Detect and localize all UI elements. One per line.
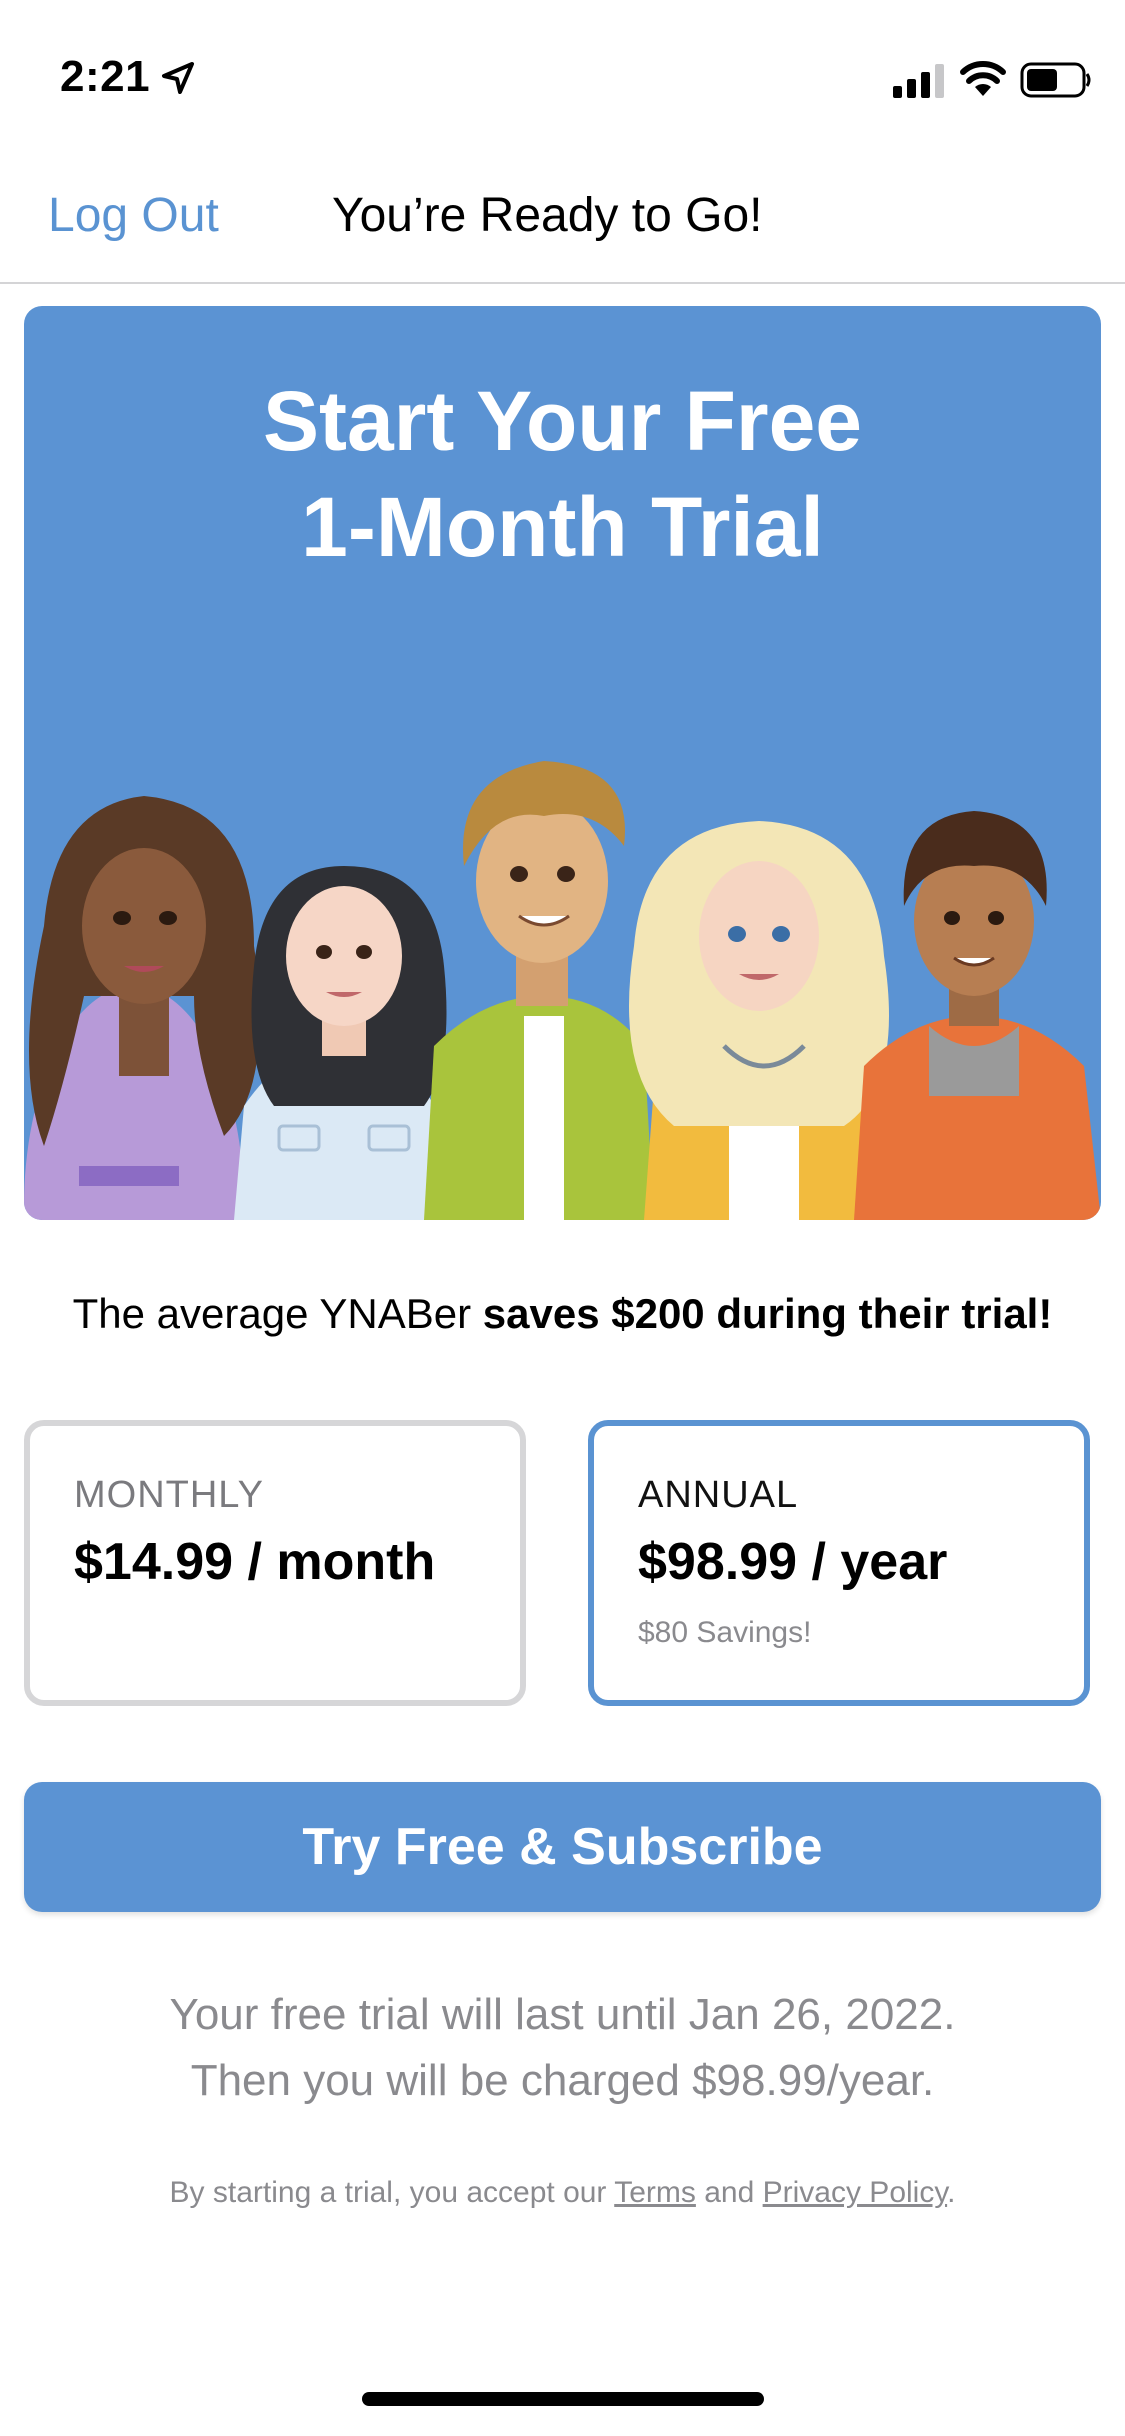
wifi-icon [960, 61, 1006, 96]
hero-title-line-1: Start Your Free [262, 374, 863, 468]
legal-prefix: By starting a trial, you accept our [169, 2176, 615, 2209]
legal-text: By starting a trial, you accept our Term… [0, 2176, 1125, 2210]
hero-title-line-2: 1-Month Trial [301, 480, 824, 574]
plan-label: MONTHLY [74, 1474, 264, 1516]
hero-title: Start Your Free 1-Month Trial [24, 368, 1101, 580]
home-indicator[interactable] [362, 2392, 764, 2406]
page-title: You’re Ready to Go! [332, 189, 763, 242]
try-free-subscribe-button[interactable]: Try Free & Subscribe [24, 1782, 1101, 1912]
legal-suffix: . [947, 2176, 956, 2209]
plan-option-monthly[interactable]: MONTHLY $14.99 / month [24, 1420, 526, 1706]
location-arrow-icon [162, 62, 194, 94]
plan-option-annual[interactable]: ANNUAL $98.99 / year $80 Savings! [588, 1420, 1090, 1706]
signal-icon [893, 64, 944, 98]
person-1 [24, 796, 260, 1220]
person-2 [234, 866, 447, 1220]
legal-and: and [695, 2176, 763, 2209]
person-4 [629, 821, 889, 1220]
average-savings-highlight: saves $200 during their trial! [482, 1290, 1053, 1337]
plan-price: $98.99 / year [638, 1533, 948, 1591]
person-5 [854, 811, 1101, 1220]
status-time: 2:21 [60, 52, 151, 101]
hero-banner: Start Your Free 1-Month Trial [24, 306, 1101, 1220]
plan-price: $14.99 / month [74, 1533, 436, 1591]
nav-bar: Log Out You’re Ready to Go! [0, 150, 1125, 284]
average-savings-prefix: The average YNABer [72, 1290, 483, 1337]
battery-icon [1020, 62, 1091, 98]
privacy-policy-link[interactable]: Privacy Policy [763, 2176, 947, 2209]
plan-savings: $80 Savings! [638, 1616, 812, 1649]
plan-label: ANNUAL [638, 1474, 799, 1516]
average-savings-text: The average YNABer saves $200 during the… [0, 1290, 1125, 1338]
terms-link[interactable]: Terms [614, 2176, 696, 2209]
trial-charge-text: Then you will be charged $98.99/year. [190, 2056, 935, 2105]
trial-info: Your free trial will last until Jan 26, … [0, 1982, 1125, 2114]
log-out-button[interactable]: Log Out [48, 188, 219, 243]
trial-end-text: Your free trial will last until Jan 26, … [169, 1990, 956, 2039]
status-bar: 2:21 [0, 0, 1125, 150]
person-3 [424, 761, 654, 1220]
